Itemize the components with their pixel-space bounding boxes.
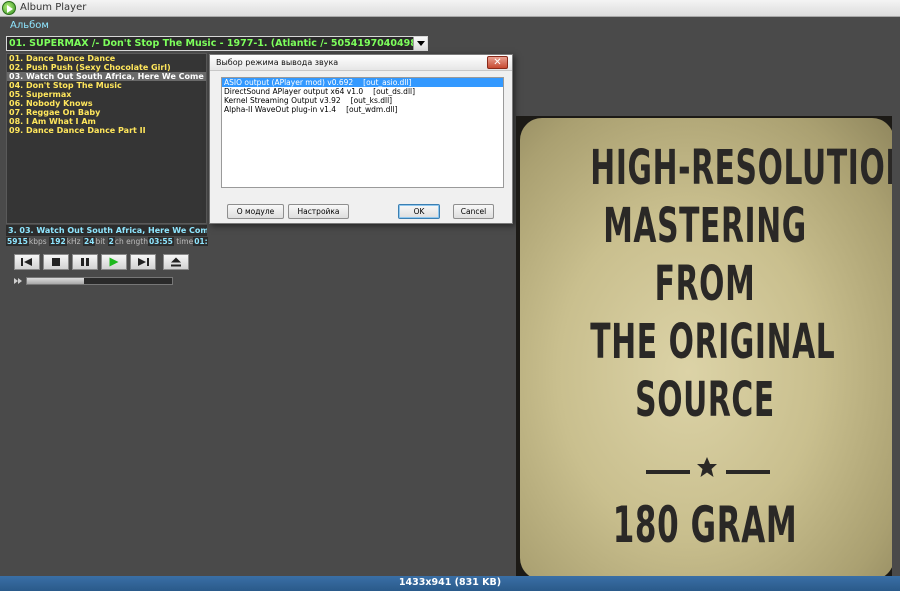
track-item[interactable]: 01. Dance Dance Dance: [7, 54, 206, 63]
samplerate-value: 192: [49, 237, 67, 246]
stop-icon: [52, 258, 60, 266]
track-item[interactable]: 09. Dance Dance Dance Part II: [7, 126, 206, 135]
time-label: time: [176, 237, 194, 246]
dialog-titlebar: Выбор режима вывода звука ✕: [210, 55, 512, 71]
output-name: Kernel Streaming Output v3.92: [224, 96, 341, 105]
seek-bar[interactable]: [26, 277, 173, 285]
output-item[interactable]: DirectSound APlayer output x64 v1.0 [out_…: [222, 87, 503, 96]
star-divider: [520, 456, 890, 486]
channels-value: 2: [107, 237, 115, 246]
cover-photo: HIGH-RESOLUTION MASTERING FROM THE ORIGI…: [516, 116, 892, 577]
output-list[interactable]: ASIO output (APlayer mod) v0.692 [out_asi…: [221, 77, 504, 188]
bits-value: 24: [83, 237, 96, 246]
chevron-down-icon[interactable]: [413, 37, 427, 50]
eject-button[interactable]: [163, 254, 189, 270]
output-name: DirectSound APlayer output x64 v1.0: [224, 87, 364, 96]
photo-line-1: HIGH-RESOLUTION: [590, 140, 892, 196]
fast-forward-icon: [14, 278, 22, 284]
bitrate-unit: kbps: [28, 237, 47, 246]
samplerate-unit: kHz: [66, 237, 81, 246]
stop-button[interactable]: [43, 254, 69, 270]
sticker: HIGH-RESOLUTION MASTERING FROM THE ORIGI…: [520, 118, 892, 577]
previous-button[interactable]: [14, 254, 40, 270]
status-bar: 1433x941 (831 KB): [0, 576, 900, 591]
album-label: Альбом: [10, 20, 49, 31]
length-label: ength: [126, 237, 148, 246]
bitrate-value: 5915: [6, 237, 29, 246]
now-playing: 3. 03. Watch Out South Africa, Here We C…: [6, 225, 207, 236]
album-selected-text: 01. SUPERMAX /- Don't Stop The Music - 1…: [9, 38, 413, 49]
output-item[interactable]: ASIO output (APlayer mod) v0.692 [out_asi…: [222, 78, 503, 87]
output-name: ASIO output (APlayer mod) v0.692: [224, 78, 354, 87]
track-item[interactable]: 07. Reggae On Baby: [7, 108, 206, 117]
track-item[interactable]: 04. Don't Stop The Music: [7, 81, 206, 90]
length-value: 03:55: [147, 237, 174, 246]
photo-bottom: 180 GRAM: [612, 496, 798, 554]
close-icon[interactable]: ✕: [487, 56, 508, 69]
output-dll: [out_asio.dll]: [363, 78, 412, 87]
stream-info: 5915kbps 192kHz 24bit 2ch ength03:55 tim…: [6, 236, 208, 247]
track-item[interactable]: 02. Push Push (Sexy Chocolate Girl): [7, 63, 206, 72]
eject-icon: [171, 257, 181, 267]
skip-back-icon: [21, 258, 32, 266]
bits-unit: bit: [95, 237, 106, 246]
pause-icon: [81, 258, 89, 266]
play-button[interactable]: [101, 254, 127, 270]
track-item[interactable]: 08. I Am What I Am: [7, 117, 206, 126]
time-value: 01:31: [193, 237, 208, 246]
window-title: Album Player: [20, 2, 87, 13]
output-mode-dialog: Выбор режима вывода звука ✕ ASIO output …: [209, 54, 513, 224]
track-item[interactable]: 05. Supermax: [7, 90, 206, 99]
window-titlebar: Album Player: [0, 0, 900, 17]
settings-button[interactable]: Настройка: [288, 204, 349, 219]
photo-line-3: FROM: [654, 256, 756, 312]
cancel-button[interactable]: Cancel: [453, 204, 494, 219]
pause-button[interactable]: [72, 254, 98, 270]
track-list[interactable]: 01. Dance Dance Dance 02. Push Push (Sexy…: [6, 53, 207, 224]
output-dll: [out_ds.dll]: [373, 87, 416, 96]
output-name: Alpha-II WaveOut plug-in v1.4: [224, 105, 337, 114]
play-icon: [109, 257, 119, 267]
next-button[interactable]: [130, 254, 156, 270]
photo-line-2: MASTERING: [603, 198, 807, 254]
output-dll: [out_wdm.dll]: [346, 105, 398, 114]
photo-line-5: SOURCE: [635, 372, 775, 428]
output-item[interactable]: Kernel Streaming Output v3.92 [out_ks.dll…: [222, 96, 503, 105]
track-item[interactable]: 03. Watch Out South Africa, Here We Come: [7, 72, 206, 81]
ok-button[interactable]: OK: [398, 204, 440, 219]
album-dropdown[interactable]: 01. SUPERMAX /- Don't Stop The Music - 1…: [6, 36, 428, 51]
skip-forward-icon: [138, 258, 149, 266]
photo-line-4: THE ORIGINAL: [590, 314, 836, 370]
app-icon: [2, 1, 16, 15]
about-button[interactable]: О модуле: [227, 204, 284, 219]
channels-unit: ch: [114, 237, 124, 246]
star-icon: [697, 457, 717, 477]
output-dll: [out_ks.dll]: [350, 96, 393, 105]
output-item[interactable]: Alpha-II WaveOut plug-in v1.4 [out_wdm.dl…: [222, 105, 503, 114]
image-info: 1433x941 (831 KB): [398, 577, 502, 588]
track-item[interactable]: 06. Nobody Knows: [7, 99, 206, 108]
dialog-title: Выбор режима вывода звука: [216, 58, 339, 67]
seek-bar-fill: [27, 278, 84, 284]
